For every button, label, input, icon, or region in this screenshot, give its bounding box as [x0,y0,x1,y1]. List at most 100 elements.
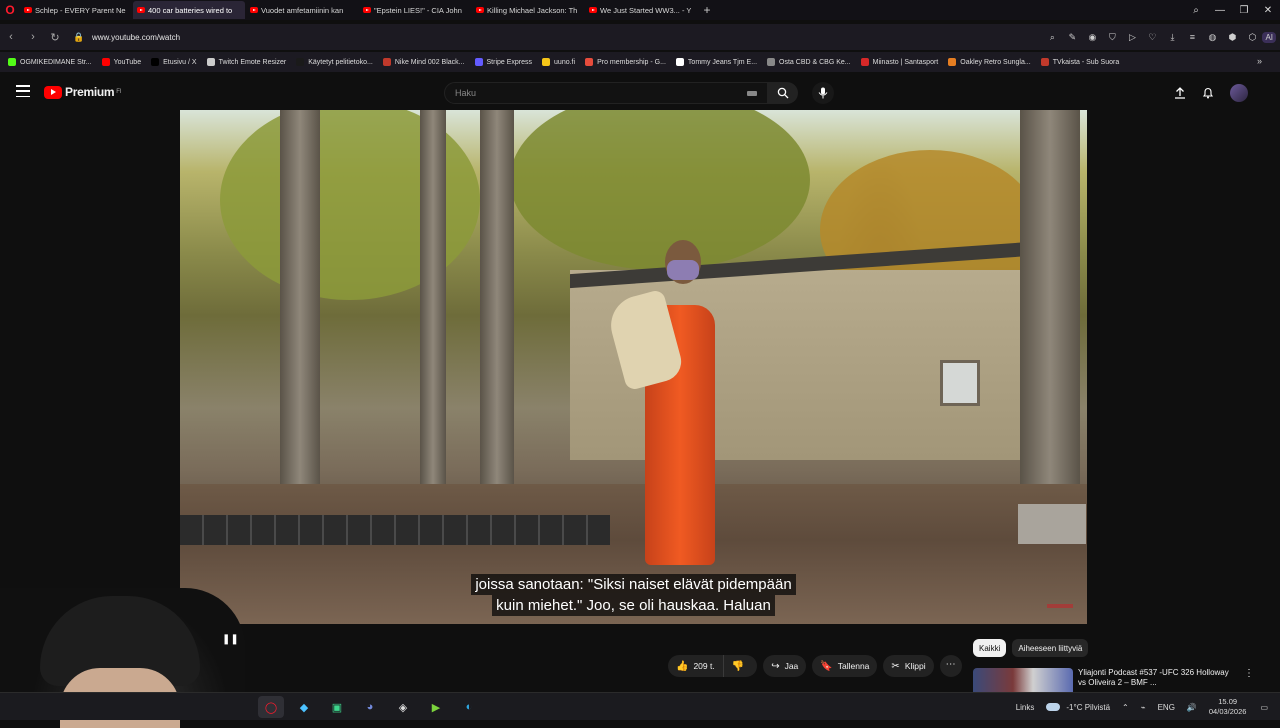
search-button[interactable] [768,82,798,104]
camera-icon[interactable]: ◉ [1082,32,1102,43]
bookmark-icon: 🔖 [820,660,833,672]
bookmark-item[interactable]: uuno.fi [542,58,575,66]
scissors-icon: ✂ [891,660,900,672]
bookmark-item[interactable]: OGMIKEDIMANE Str... [8,58,92,66]
tab-title: Schlep - EVERY Parent Ne [35,5,126,15]
dislike-button[interactable]: 👎 [723,655,758,677]
bookmark-item[interactable]: Nike Mind 002 Black... [382,58,465,66]
like-count: 209 t. [693,661,715,671]
close-window-button[interactable]: ✕ [1256,5,1280,16]
kebab-menu-icon[interactable]: ⋮ [1244,668,1254,692]
search-input[interactable] [445,83,725,103]
recommended-video[interactable]: Yliajonti Podcast #537 -UFC 326 Holloway… [973,668,1273,692]
address-bar-row: ‹ › ↻ 🔒 www.youtube.com/watch ⌕ ✎ ◉ ⛉ ▷ … [0,24,1280,50]
network-icon[interactable]: ⌁ [1141,703,1146,712]
menu-icon[interactable]: ≡ [1182,32,1202,42]
weather-status[interactable]: -1°C Pilvistä [1066,703,1110,712]
links-toolbar[interactable]: Links [1016,703,1035,712]
maximize-button[interactable]: ❐ [1232,5,1256,16]
edge-icon[interactable]: ◐ [456,696,482,718]
bookmark-item[interactable]: Etusivu / X [151,58,197,66]
aria-ai-button[interactable]: AI [1262,31,1276,43]
bookmark-item[interactable]: YouTube [101,58,141,66]
channel-watermark[interactable] [1047,604,1073,608]
play-icon[interactable]: ▷ [1122,32,1142,43]
bookmark-item[interactable]: Osta CBD & CBG Ke... [767,58,851,66]
download-icon[interactable]: ⤓ [1162,32,1182,43]
browser-tab[interactable]: Vuodet amfetamiinin kan [246,1,358,19]
browser-tab[interactable]: We Just Started WW3... - Y [585,1,697,19]
video-thumbnail[interactable] [973,668,1073,692]
heart-icon[interactable]: ♡ [1142,32,1162,43]
new-tab-button[interactable]: + [698,3,716,17]
forward-icon[interactable]: › [22,31,44,43]
logo-text: Premium [65,85,115,99]
bookmark-item[interactable]: Tommy Jeans Tjm E... [675,58,757,66]
edit-icon[interactable]: ✎ [1062,32,1082,43]
youtube-icon [363,7,371,13]
upload-icon[interactable] [1174,87,1186,99]
profile-icon[interactable]: ◍ [1202,32,1222,43]
bookmark-item[interactable]: Käytetyt pelitietoko... [296,58,373,66]
notifications-bell-icon[interactable] [1202,87,1214,99]
share-icon: ↪ [771,660,780,672]
opera-icon[interactable]: ◯ [258,696,284,718]
share-button[interactable]: ↪ Jaa [763,655,807,677]
bookmarks-overflow-icon[interactable]: » [1257,56,1262,66]
language-indicator[interactable]: ENG [1158,703,1175,712]
back-icon[interactable]: ‹ [0,31,22,43]
cube-icon[interactable]: ⬡ [1242,32,1262,43]
browser-tab[interactable]: Schlep - EVERY Parent Ne [20,1,132,19]
bookmark-item[interactable]: Twitch Emote Resizer [206,58,286,66]
voice-search-button[interactable] [812,82,834,104]
browser-tab[interactable]: "Epstein LIES!" - CIA John [359,1,471,19]
game-launcher-icon[interactable]: ▶ [423,696,449,718]
video-actions: 👍 209 t. 👎 ↪ Jaa 🔖 Tallenna ✂ Klippi ⋯ [668,654,962,678]
bookmark-item[interactable]: TVkaista - Sub Suora [1040,58,1119,66]
tab-title: We Just Started WW3... - Y [600,5,692,15]
keyboard-icon[interactable] [747,91,757,96]
bookmark-item[interactable]: Oakley Retro Sungla... [948,58,1031,66]
terminal-icon[interactable]: ▣ [324,696,350,718]
url-field[interactable]: www.youtube.com/watch [92,33,180,42]
account-avatar[interactable] [1230,84,1248,102]
youtube-logo[interactable]: Premium FI [44,85,122,99]
search-tabs-icon[interactable]: ⌕ [1184,5,1208,16]
opera-icon[interactable]: O [0,0,20,20]
recommended-title[interactable]: Yliajonti Podcast #537 -UFC 326 Holloway… [1078,668,1238,692]
shield-icon[interactable]: ⛉ [1102,32,1122,43]
save-button[interactable]: 🔖 Tallenna [812,655,878,677]
minimize-button[interactable]: — [1208,5,1232,16]
tree-trunk [480,110,514,530]
uuno-icon [542,58,551,66]
video-player[interactable]: joissa sanotaan: "Siksi naiset elävät pi… [180,110,1087,624]
volume-icon[interactable]: 🔊 [1187,703,1197,712]
discord-icon[interactable]: ◕ [357,696,383,718]
lens-icon[interactable]: ⌕ [1042,32,1062,43]
extension-icon[interactable]: ⬢ [1222,32,1242,43]
like-dislike-group: 👍 209 t. 👎 [668,655,758,677]
system-tray: Links -1°C Pilvistä ⌃ ⌁ ENG 🔊 15.09 04/0… [1016,693,1280,721]
reload-icon[interactable]: ↻ [44,31,66,44]
notifications-icon[interactable]: ▭ [1260,703,1268,712]
bookmark-item[interactable]: Miinasto | Santasport [860,58,938,66]
browser-tab[interactable]: Killing Michael Jackson: Th [472,1,584,19]
browser-tab-active[interactable]: 400 car batteries wired to [133,1,245,19]
copilot-icon[interactable]: ◆ [291,696,317,718]
chip-all[interactable]: Kaikki [973,639,1007,657]
bookmark-item[interactable]: Pro membership - G... [585,58,666,66]
bookmark-item[interactable]: Stripe Express [474,58,532,66]
pause-icon[interactable]: ❚❚ [222,634,239,645]
bookmark-label: Pro membership - G... [597,58,666,66]
like-button[interactable]: 👍 209 t. [668,655,724,677]
page-icon [206,58,215,66]
chip-related[interactable]: Aiheeseen liittyviä [1012,639,1089,657]
more-actions-button[interactable]: ⋯ [939,655,962,677]
chevron-up-icon[interactable]: ⌃ [1122,703,1129,712]
clock[interactable]: 15.09 04/03/2026 [1209,697,1247,717]
bookmark-label: Nike Mind 002 Black... [394,58,465,66]
menu-icon[interactable] [16,85,30,97]
clip-button[interactable]: ✂ Klippi [883,655,934,677]
app-icon[interactable]: ◈ [390,696,416,718]
lock-icon[interactable]: 🔒 [72,32,86,43]
